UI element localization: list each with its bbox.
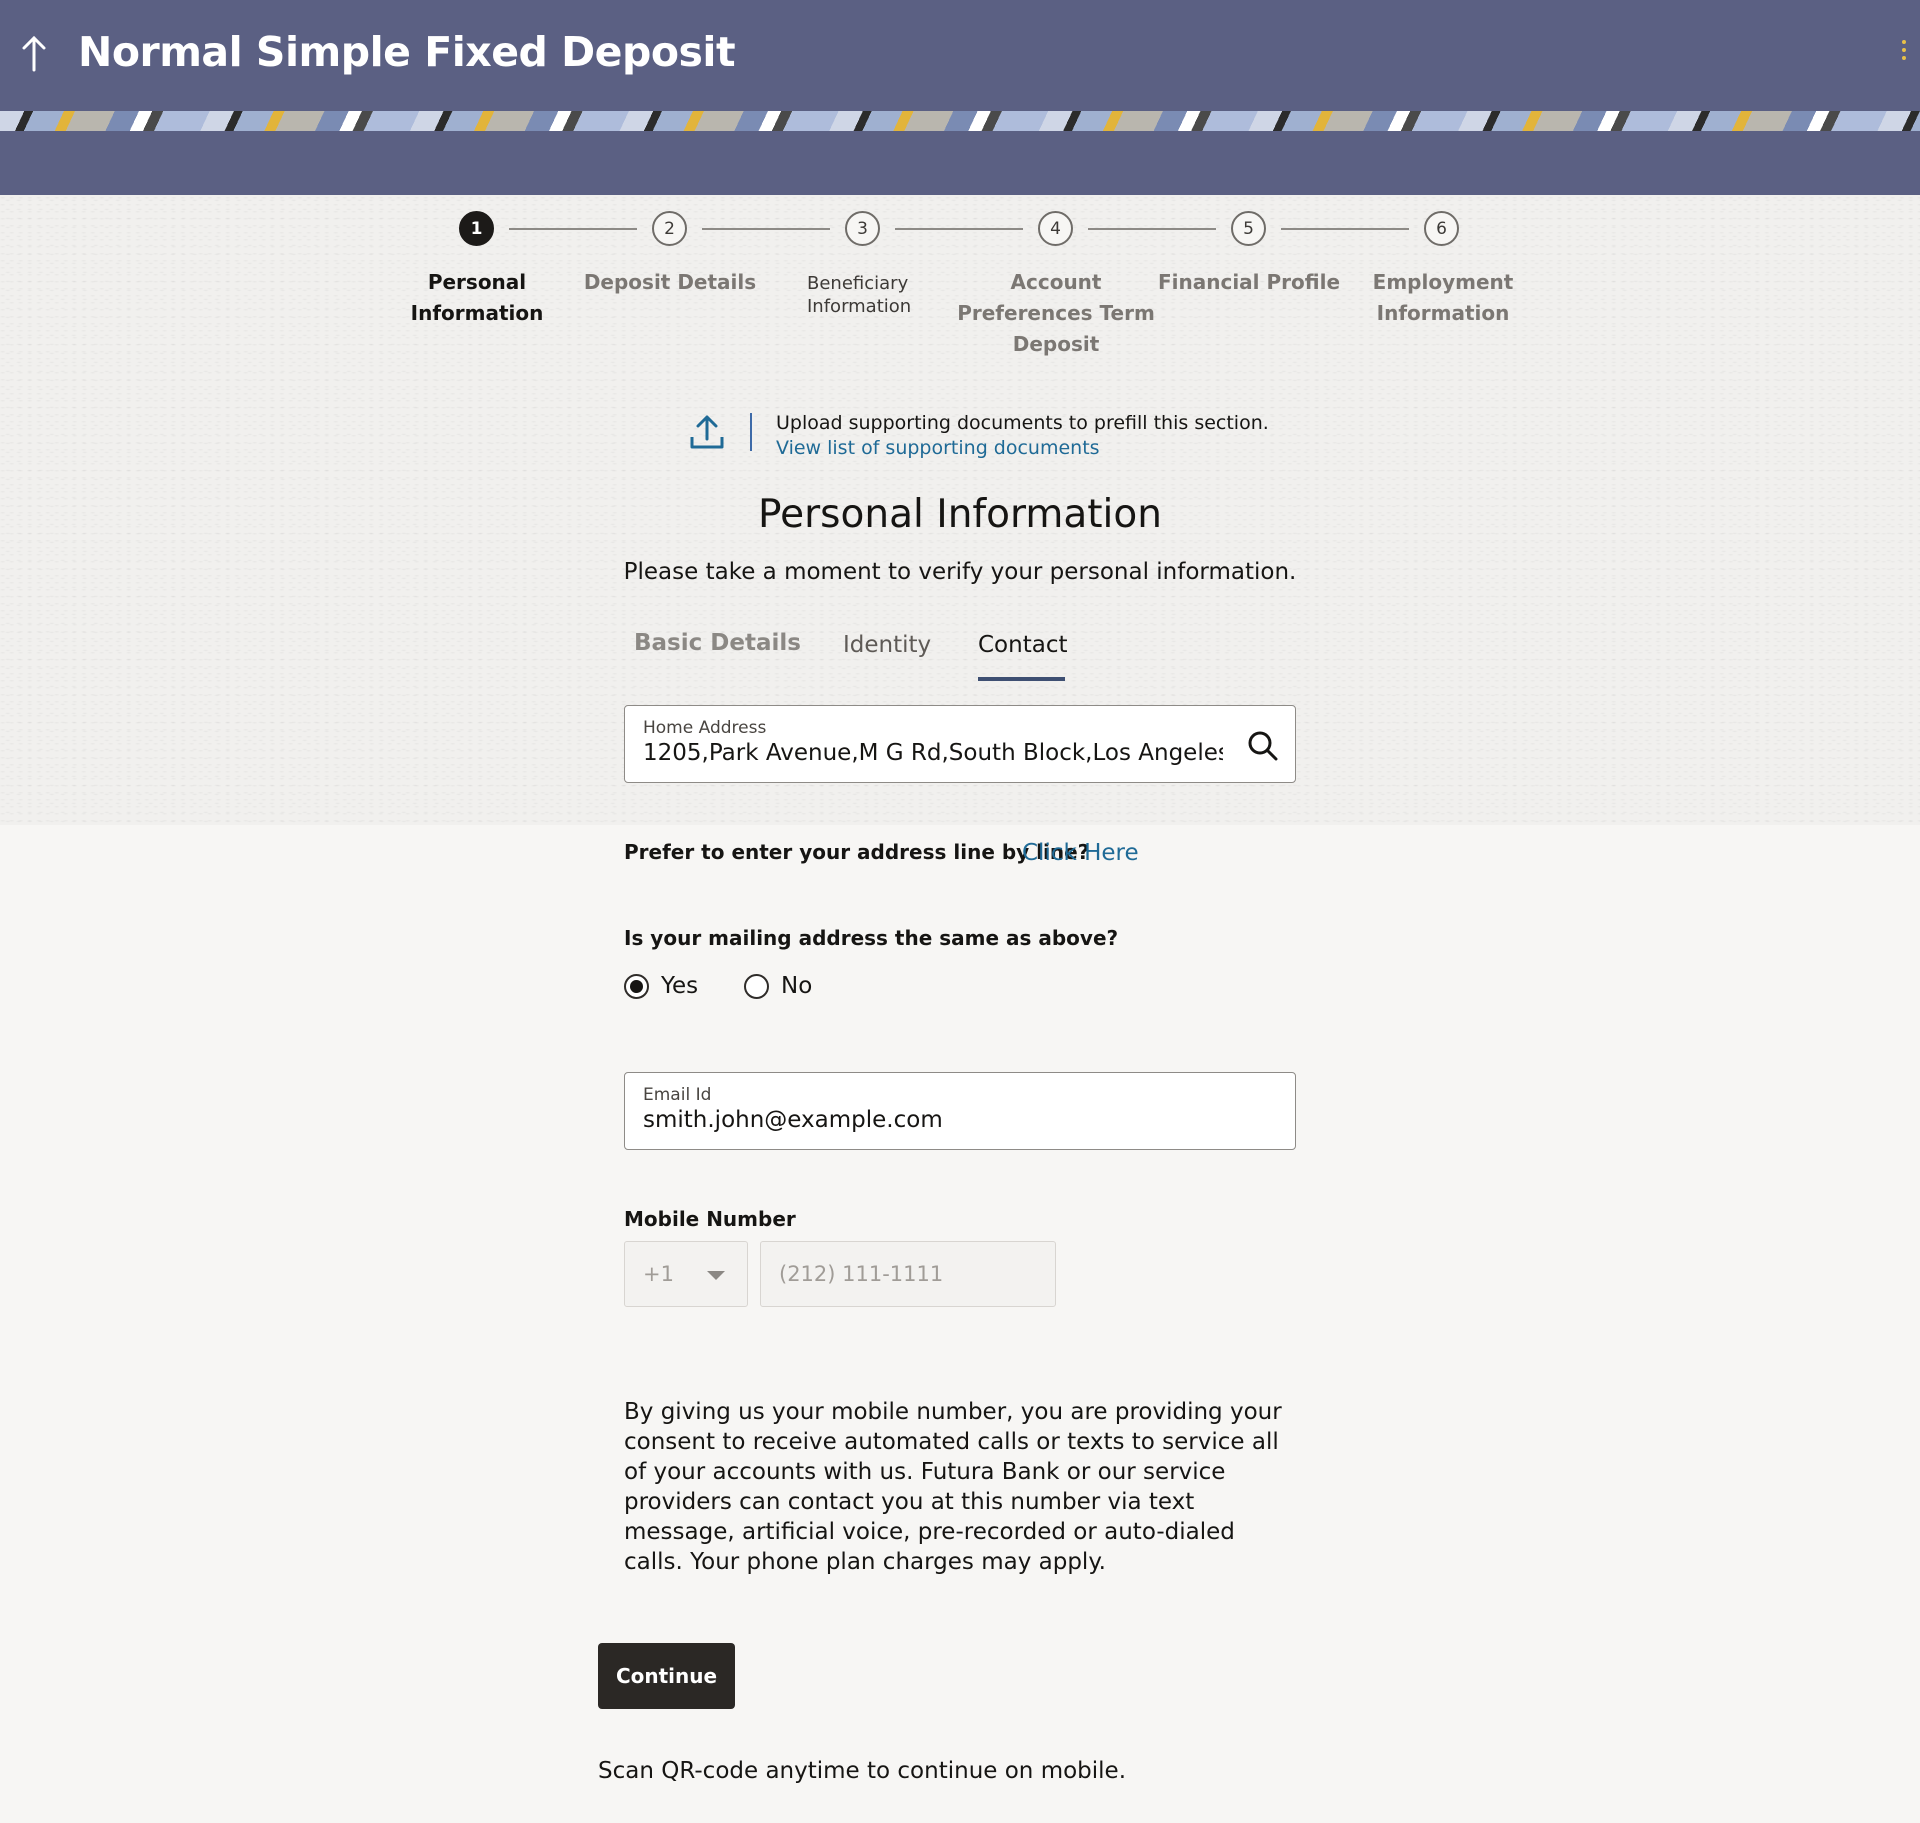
tab-active-indicator	[978, 677, 1065, 681]
progress-stepper: 1 2 3 4 5 6 Personal Information Deposit…	[0, 195, 1920, 365]
home-address-input[interactable]	[643, 740, 1223, 766]
address-line-prompt: Prefer to enter your address line by lin…	[624, 840, 1090, 864]
email-input[interactable]	[643, 1107, 1243, 1133]
step-6-circle[interactable]: 6	[1424, 211, 1459, 246]
kebab-menu-icon[interactable]	[1898, 40, 1910, 66]
consent-text: By giving us your mobile number, you are…	[624, 1399, 1282, 1575]
country-code-select[interactable]: +1	[624, 1241, 748, 1307]
step-2-circle[interactable]: 2	[652, 211, 687, 246]
mobile-number-label: Mobile Number	[624, 1207, 796, 1231]
home-address-label: Home Address	[643, 718, 767, 738]
mailing-address-question: Is your mailing address the same as abov…	[624, 926, 1119, 950]
upload-divider	[750, 413, 752, 451]
radio-unselected-icon[interactable]	[744, 973, 769, 999]
step-2-label: Deposit Details	[583, 270, 757, 294]
step-3-number: 3	[857, 218, 868, 239]
click-here-link[interactable]: Click Here	[1022, 840, 1139, 866]
upload-icon[interactable]	[688, 413, 726, 451]
mobile-number-input[interactable]	[760, 1241, 1056, 1307]
step-connector	[509, 228, 637, 230]
search-icon[interactable]	[1247, 730, 1279, 762]
step-2-number: 2	[664, 218, 675, 239]
arrow-up-icon[interactable]	[20, 34, 48, 74]
section-subtitle: Please take a moment to verify your pers…	[623, 559, 1297, 585]
page-title: Normal Simple Fixed Deposit	[78, 28, 736, 76]
tab-identity[interactable]: Identity	[843, 632, 931, 658]
step-1-circle[interactable]: 1	[459, 211, 494, 246]
step-1-number: 1	[470, 218, 483, 239]
step-connector	[1088, 228, 1216, 230]
tab-contact[interactable]: Contact	[978, 632, 1067, 658]
step-4-label: Account Preferences Term Deposit	[957, 270, 1155, 356]
step-1-label: Personal Information	[410, 270, 544, 325]
supporting-documents-link[interactable]: View list of supporting documents	[776, 437, 1100, 459]
upload-text: Upload supporting documents to prefill t…	[776, 412, 1269, 434]
radio-no-label: No	[781, 973, 813, 999]
step-5-label: Financial Profile	[1157, 270, 1341, 294]
step-3-circle[interactable]: 3	[845, 211, 880, 246]
step-connector	[1281, 228, 1409, 230]
step-6-label: Employment Information	[1372, 270, 1514, 325]
email-label: Email Id	[643, 1085, 712, 1105]
step-6-number: 6	[1436, 218, 1447, 239]
step-5-circle[interactable]: 5	[1231, 211, 1266, 246]
radio-selected-icon[interactable]	[624, 973, 649, 999]
header-pattern-band	[0, 111, 1920, 131]
step-connector	[895, 228, 1023, 230]
page-header: Normal Simple Fixed Deposit	[0, 0, 1920, 195]
country-code-value: +1	[643, 1262, 674, 1286]
mailing-yes-radio[interactable]: Yes	[624, 973, 698, 999]
radio-yes-label: Yes	[661, 973, 699, 999]
mailing-no-radio[interactable]: No	[744, 973, 812, 999]
tab-basic-details[interactable]: Basic Details	[634, 630, 801, 656]
qr-code-hint: Scan QR-code anytime to continue on mobi…	[598, 1758, 1127, 1784]
step-4-number: 4	[1050, 218, 1061, 239]
email-field[interactable]: Email Id	[624, 1072, 1296, 1150]
section-title: Personal Information	[758, 492, 1162, 537]
chevron-down-icon	[707, 1271, 725, 1280]
step-4-circle[interactable]: 4	[1038, 211, 1073, 246]
home-address-field[interactable]: Home Address	[624, 705, 1296, 783]
step-5-number: 5	[1243, 218, 1254, 239]
step-connector	[702, 228, 830, 230]
step-3-label: Beneficiary Information	[807, 273, 912, 317]
continue-button[interactable]: Continue	[598, 1643, 735, 1709]
